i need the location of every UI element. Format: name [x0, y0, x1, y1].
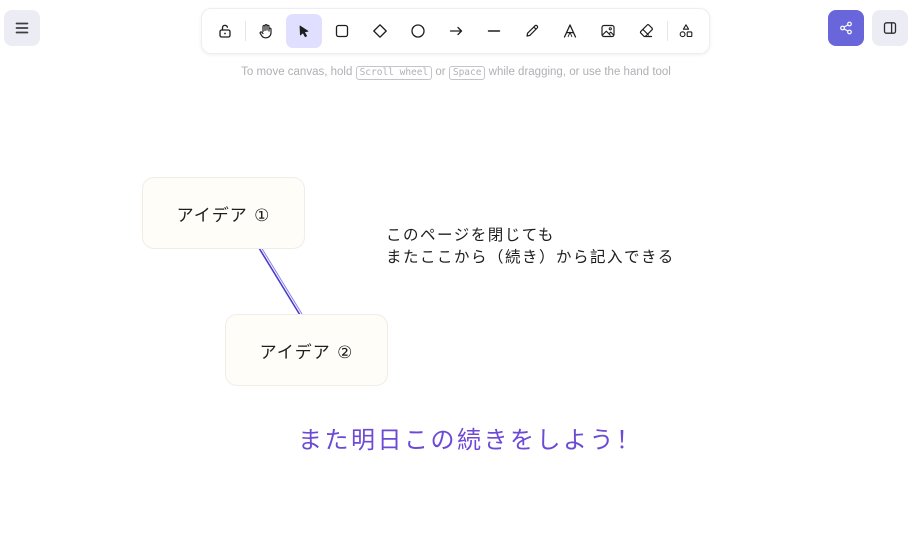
diamond-icon: [373, 24, 387, 38]
note-text[interactable]: このページを閉じても またここから（続き）から記入できる: [386, 224, 675, 268]
tool-selection[interactable]: [286, 14, 322, 48]
hand-icon: [259, 24, 272, 39]
sidebar-icon: [883, 22, 897, 34]
hint-key-scroll-wheel: Scroll wheel: [355, 66, 433, 80]
idea-card-2[interactable]: アイデア ②: [225, 314, 388, 386]
headline-text[interactable]: また明日この続きをしよう！: [298, 420, 643, 455]
tool-rectangle[interactable]: [324, 14, 360, 48]
text-icon: [563, 24, 577, 38]
tool-extra-tools[interactable]: [668, 14, 704, 48]
arrow-right-icon: [449, 26, 463, 36]
idea-card-2-label: アイデア ②: [259, 342, 354, 363]
tool-image[interactable]: [590, 14, 626, 48]
sidebar-toggle-button[interactable]: [872, 10, 908, 46]
hint-prefix: To move canvas, hold: [241, 66, 353, 78]
tool-lock[interactable]: [207, 14, 243, 48]
note-line-2: またここから（続き）から記入できる: [386, 248, 675, 266]
hamburger-icon: [15, 22, 29, 34]
tool-draw[interactable]: [514, 14, 550, 48]
share-button[interactable]: [828, 10, 864, 46]
tool-text[interactable]: [552, 14, 588, 48]
line-icon: [487, 30, 501, 32]
whiteboard-app: アイデア ① アイデア ② このページを閉じても またここから（続き）から記入で…: [0, 0, 919, 542]
tool-eraser[interactable]: [628, 14, 664, 48]
toolbar-divider: [245, 21, 246, 41]
shapes-icon: [679, 24, 693, 38]
idea-card-1[interactable]: アイデア ①: [142, 177, 305, 249]
eraser-icon: [639, 24, 653, 38]
share-icon: [840, 21, 852, 35]
canvas-navigation-hint: To move canvas, hold Scroll wheel or Spa…: [0, 66, 912, 80]
tool-arrow[interactable]: [438, 14, 474, 48]
idea-card-1-label: アイデア ①: [176, 205, 271, 226]
unlock-icon: [219, 24, 231, 38]
square-icon: [335, 24, 349, 38]
tool-ellipse[interactable]: [400, 14, 436, 48]
drawing-canvas[interactable]: アイデア ① アイデア ② このページを閉じても またここから（続き）から記入で…: [0, 0, 919, 542]
shape-toolbar: [202, 9, 709, 53]
connector-line[interactable]: [0, 0, 919, 542]
pencil-icon: [526, 24, 539, 37]
tool-hand[interactable]: [248, 14, 284, 48]
note-line-1: このページを閉じても: [386, 226, 555, 244]
circle-icon: [411, 24, 425, 38]
image-icon: [601, 24, 615, 38]
hint-middle: or: [435, 66, 446, 78]
tool-line[interactable]: [476, 14, 512, 48]
tool-diamond[interactable]: [362, 14, 398, 48]
pointer-icon: [299, 25, 309, 38]
main-menu-button[interactable]: [4, 10, 40, 46]
hint-key-space: Space: [448, 66, 486, 80]
hint-suffix: while dragging, or use the hand tool: [488, 66, 671, 78]
